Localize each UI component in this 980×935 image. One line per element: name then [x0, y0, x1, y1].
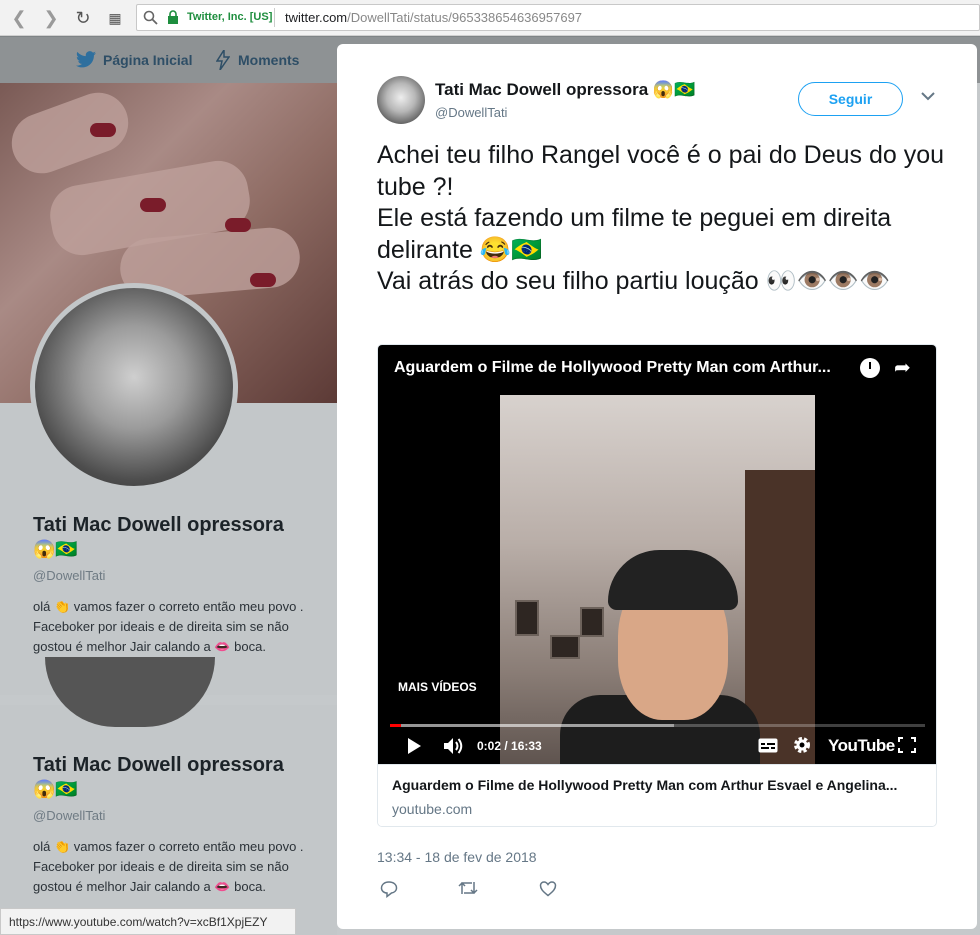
- follow-button[interactable]: Seguir: [798, 82, 903, 116]
- status-bar-url: https://www.youtube.com/watch?v=xcBf1Xpj…: [0, 908, 296, 935]
- tweet-author-name[interactable]: Tati Mac Dowell opressora 😱🇧🇷: [435, 80, 695, 100]
- captions-icon[interactable]: [758, 738, 778, 753]
- tweet-text: Achei teu filho Rangel você é o pai do D…: [377, 140, 947, 298]
- share-icon[interactable]: ➦: [894, 355, 911, 380]
- nav-home-label[interactable]: Página Inicial: [103, 52, 192, 68]
- url-path: /DowellTati/status/965338654636957697: [347, 10, 583, 25]
- profile-emoji: 😱🇧🇷: [33, 539, 78, 559]
- twitter-bird-icon: [76, 51, 96, 68]
- profile-avatar[interactable]: [30, 283, 238, 491]
- play-icon[interactable]: [408, 738, 421, 754]
- card-domain: youtube.com: [392, 801, 473, 817]
- video-player[interactable]: Aguardem o Filme de Hollywood Pretty Man…: [378, 345, 936, 764]
- card-title[interactable]: Aguardem o Filme de Hollywood Pretty Man…: [392, 777, 922, 793]
- video-progress-bar[interactable]: [390, 724, 925, 727]
- video-time: 0:02 / 16:33: [477, 739, 542, 753]
- lock-icon: [168, 10, 178, 24]
- tweet-modal: Tati Mac Dowell opressora 😱🇧🇷 @DowellTat…: [337, 44, 977, 929]
- url-host: twitter.com: [285, 10, 348, 25]
- forward-arrow-icon[interactable]: ❯: [40, 7, 62, 29]
- tweet-avatar[interactable]: [377, 76, 425, 124]
- profile-name-duplicate: Tati Mac Dowell opressora: [33, 754, 284, 776]
- retweet-icon[interactable]: [458, 880, 478, 896]
- apps-grid-icon[interactable]: ▦: [104, 7, 126, 29]
- video-frame: [500, 395, 815, 764]
- tweet-text-line: Achei teu filho Rangel você é o pai do D…: [377, 141, 945, 201]
- tweet-author-handle[interactable]: @DowellTati: [435, 105, 507, 120]
- search-icon: [143, 10, 158, 25]
- url-text[interactable]: twitter.com/DowellTati/status/9653386546…: [285, 10, 582, 25]
- tweet-text-line: Vai atrás do seu filho partiu loução 👀👁️…: [377, 267, 891, 295]
- chevron-down-icon[interactable]: [921, 88, 935, 104]
- youtube-card[interactable]: Aguardem o Filme de Hollywood Pretty Man…: [377, 344, 937, 827]
- address-bar[interactable]: Twitter, Inc. [US] twitter.com/DowellTat…: [136, 4, 980, 31]
- settings-gear-icon[interactable]: [792, 735, 812, 755]
- profile-handle: @DowellTati: [33, 568, 106, 583]
- profile-handle-duplicate: @DowellTati: [33, 808, 106, 823]
- heart-icon[interactable]: [539, 880, 557, 897]
- back-arrow-icon[interactable]: ❮: [8, 7, 30, 29]
- card-meta[interactable]: Aguardem o Filme de Hollywood Pretty Man…: [378, 764, 936, 826]
- youtube-logo[interactable]: YouTube: [828, 736, 895, 756]
- profile-bio: olá 👏 vamos fazer o correto então meu po…: [33, 599, 304, 654]
- lightning-icon: [216, 50, 230, 70]
- more-videos-label[interactable]: MAIS VÍDEOS: [398, 680, 477, 694]
- watch-later-icon[interactable]: [860, 358, 880, 378]
- video-played-bar: [390, 724, 401, 727]
- fullscreen-icon[interactable]: [898, 737, 916, 753]
- profile-emoji-duplicate: 😱🇧🇷: [33, 779, 78, 799]
- secure-label: Twitter, Inc. [US]: [187, 11, 273, 23]
- tweet-timestamp[interactable]: 13:34 - 18 de fev de 2018: [377, 849, 537, 865]
- browser-toolbar: ❮ ❯ ↻ ▦ Twitter, Inc. [US] twitter.com/D…: [0, 0, 980, 36]
- reload-icon[interactable]: ↻: [72, 7, 94, 29]
- tweet-text-line: Ele está fazendo um filme te peguei em d…: [377, 204, 892, 264]
- url-separator: [274, 8, 275, 27]
- nav-moments-label[interactable]: Moments: [238, 52, 299, 68]
- volume-icon[interactable]: [443, 736, 465, 756]
- video-title[interactable]: Aguardem o Filme de Hollywood Pretty Man…: [394, 359, 864, 377]
- profile-bio-duplicate: olá 👏 vamos fazer o correto então meu po…: [33, 839, 304, 894]
- reply-icon[interactable]: [380, 880, 398, 898]
- profile-name: Tati Mac Dowell opressora: [33, 514, 284, 536]
- video-buffered-bar: [390, 724, 674, 727]
